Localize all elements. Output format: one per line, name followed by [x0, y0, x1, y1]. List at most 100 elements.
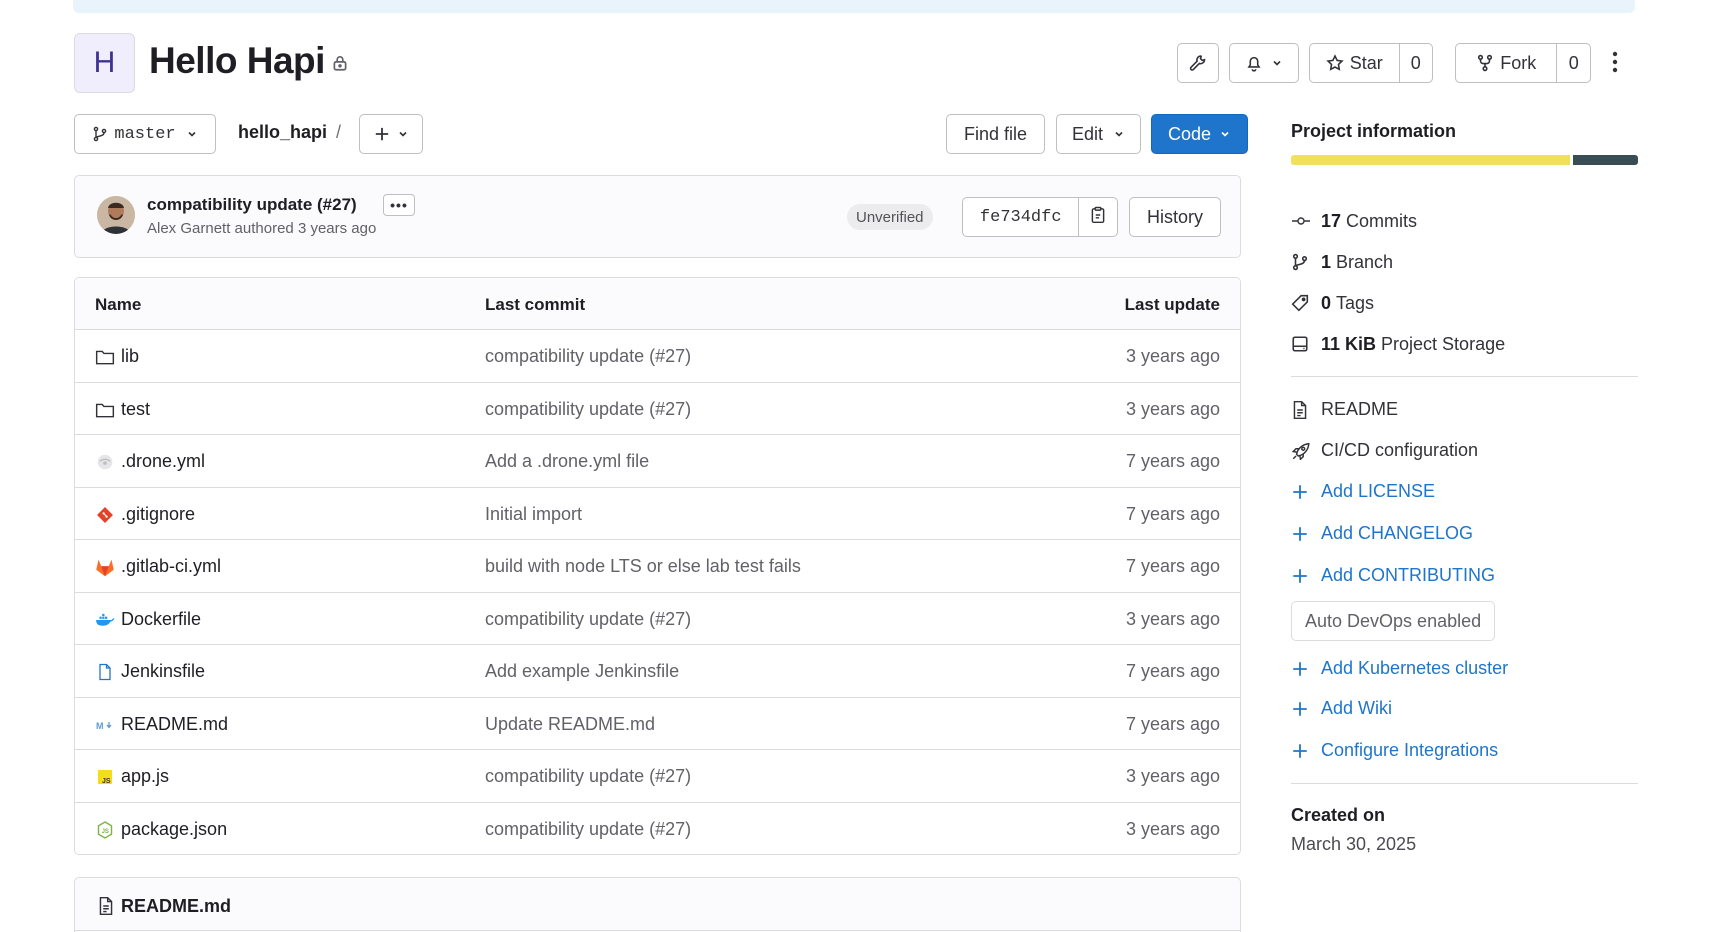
plus-icon: [373, 125, 391, 143]
readme-title[interactable]: README.md: [121, 896, 231, 917]
star-button-group: Star 0: [1309, 43, 1433, 83]
table-row[interactable]: test compatibility update (#27) 3 years ag…: [75, 383, 1240, 435]
fork-icon: [1476, 54, 1494, 72]
branch-icon: [92, 126, 108, 142]
table-row[interactable]: lib compatibility update (#27) 3 years ago: [75, 330, 1240, 383]
table-row[interactable]: .drone.yml Add a .drone.yml file 7 years a…: [75, 435, 1240, 488]
plus-icon: [1291, 742, 1321, 760]
add-wiki-link[interactable]: Add Wiki: [1291, 698, 1392, 719]
file-name-link[interactable]: package.json: [121, 819, 227, 840]
branch-selector[interactable]: master: [74, 114, 216, 154]
file-name-link[interactable]: .drone.yml: [121, 451, 205, 472]
project-title: Hello Hapi: [149, 40, 325, 81]
auto-devops-button[interactable]: Auto DevOps enabled: [1291, 601, 1496, 641]
file-name-link[interactable]: .gitignore: [121, 504, 195, 525]
table-row[interactable]: Dockerfile compatibility update (#27) 3 ye…: [75, 593, 1240, 645]
column-header-last-commit: Last commit: [485, 295, 586, 314]
last-update-time: 3 years ago: [1125, 398, 1220, 419]
last-commit-link[interactable]: Initial import: [485, 504, 582, 525]
plus-icon: [1291, 567, 1321, 585]
file-name-link[interactable]: Dockerfile: [121, 609, 201, 630]
docker-icon: [95, 610, 115, 630]
stat-count: 11 KiB: [1321, 333, 1377, 354]
readme-link[interactable]: README: [1291, 399, 1398, 420]
settings-wrench-button[interactable]: [1177, 43, 1219, 83]
chevron-down-icon: [1219, 128, 1231, 140]
fork-label: Fork: [1500, 52, 1537, 73]
commit-title[interactable]: compatibility update (#27): [147, 195, 357, 215]
nodejs-icon: JS: [95, 820, 115, 840]
language-bar-segment[interactable]: [1572, 155, 1638, 165]
signature-status-badge[interactable]: Unverified: [847, 204, 933, 230]
author-avatar[interactable]: [97, 196, 135, 234]
last-commit-link[interactable]: compatibility update (#27): [485, 609, 691, 630]
file-name-link[interactable]: Jenkinsfile: [121, 661, 205, 682]
last-commit-link[interactable]: Add a .drone.yml file: [485, 451, 649, 472]
table-row[interactable]: M README.md Update README.md 7 years ago: [75, 698, 1240, 750]
bell-icon: [1245, 54, 1263, 72]
file-name-link[interactable]: app.js: [121, 766, 169, 787]
fork-button[interactable]: Fork: [1456, 44, 1556, 82]
language-bar[interactable]: [1291, 155, 1638, 165]
stat-branches[interactable]: 1 Branch: [1291, 250, 1393, 274]
breadcrumb-repo[interactable]: hello_hapi: [238, 122, 327, 143]
file-name-link[interactable]: test: [121, 399, 150, 420]
table-row[interactable]: .gitignore Initial import 7 years ago: [75, 488, 1240, 540]
history-button[interactable]: History: [1129, 197, 1221, 237]
file-name-link[interactable]: lib: [121, 346, 139, 367]
notifications-dropdown[interactable]: [1229, 43, 1299, 83]
more-actions-icon[interactable]: [1610, 50, 1620, 79]
last-commit-link[interactable]: Update README.md: [485, 714, 655, 735]
last-commit-link[interactable]: build with node LTS or else lab test fai…: [485, 556, 801, 577]
folder-icon: [95, 400, 115, 420]
commit-icon: [1291, 213, 1321, 229]
file-name-link[interactable]: README.md: [121, 714, 228, 735]
stat-count: 0: [1321, 292, 1332, 313]
tag-icon: [1291, 294, 1321, 312]
edit-label: Edit: [1071, 123, 1104, 144]
project-avatar[interactable]: H: [74, 33, 135, 93]
last-commit-link[interactable]: compatibility update (#27): [485, 346, 691, 367]
last-commit-link[interactable]: compatibility update (#27): [485, 819, 691, 840]
table-row[interactable]: .gitlab-ci.yml build with node LTS or els…: [75, 540, 1240, 593]
svg-text:JS: JS: [102, 778, 111, 785]
star-button[interactable]: Star: [1310, 44, 1399, 82]
add-kubernetes-link[interactable]: Add Kubernetes cluster: [1291, 658, 1508, 679]
commit-sha-group: fe734dfc: [962, 197, 1118, 237]
commit-expand-button[interactable]: •••: [383, 194, 415, 216]
branch-icon: [1291, 253, 1321, 271]
plus-icon: [1291, 483, 1321, 501]
file-name-link[interactable]: .gitlab-ci.yml: [121, 556, 221, 577]
language-bar-segment[interactable]: [1291, 155, 1570, 165]
stat-tags[interactable]: 0 Tags: [1291, 291, 1374, 315]
find-file-button[interactable]: Find file: [946, 114, 1045, 154]
file-icon: [97, 896, 115, 921]
table-row[interactable]: JS package.json compatibility update (#27)…: [75, 803, 1240, 855]
copy-sha-button[interactable]: [1078, 198, 1117, 236]
fork-count[interactable]: 0: [1556, 44, 1590, 82]
add-changelog-link[interactable]: Add CHANGELOG: [1291, 523, 1473, 544]
add-license-link[interactable]: Add LICENSE: [1291, 481, 1435, 502]
add-changelog-label: Add CHANGELOG: [1321, 523, 1474, 543]
add-dropdown[interactable]: [359, 114, 423, 154]
code-dropdown[interactable]: Code: [1151, 114, 1248, 154]
table-row[interactable]: JS app.js compatibility update (#27) 3 year…: [75, 750, 1240, 803]
configure-integrations-link[interactable]: Configure Integrations: [1291, 740, 1498, 761]
add-contributing-link[interactable]: Add CONTRIBUTING: [1291, 565, 1495, 586]
last-commit-link[interactable]: Add example Jenkinsfile: [485, 661, 679, 682]
stat-storage[interactable]: 11 KiB Project Storage: [1291, 332, 1505, 356]
last-commit-link[interactable]: compatibility update (#27): [485, 766, 691, 787]
star-count[interactable]: 0: [1398, 44, 1432, 82]
stat-commits[interactable]: 17 Commits: [1291, 209, 1417, 233]
top-banner: [73, 0, 1635, 13]
last-commit-link[interactable]: compatibility update (#27): [485, 399, 691, 420]
wrench-icon: [1189, 54, 1207, 72]
stat-label: Branch: [1336, 251, 1394, 272]
commit-sha[interactable]: fe734dfc: [963, 198, 1078, 236]
table-row[interactable]: Jenkinsfile Add example Jenkinsfile 7 year…: [75, 645, 1240, 698]
edit-dropdown[interactable]: Edit: [1056, 114, 1141, 154]
last-update-time: 7 years ago: [1125, 661, 1220, 681]
cicd-config-link[interactable]: CI/CD configuration: [1291, 440, 1478, 461]
commit-author[interactable]: Alex Garnett: [147, 220, 230, 237]
plus-icon: [1291, 700, 1321, 718]
